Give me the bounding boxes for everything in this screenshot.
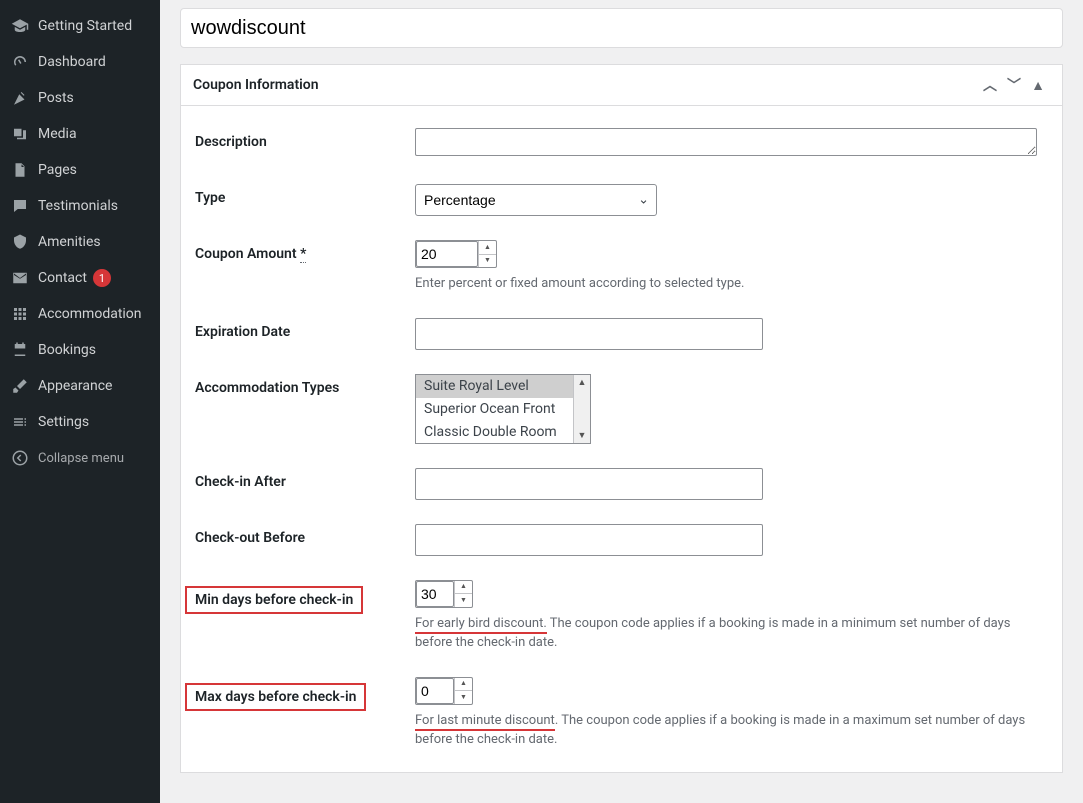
collapse-icon [10, 448, 30, 468]
max-days-help-lead: For last minute discount [415, 713, 555, 731]
accommodation-option[interactable]: Superior Ocean Front [416, 398, 573, 421]
max-days-highlight: Max days before check-in [185, 683, 366, 711]
accommodation-types-select[interactable]: Suite Royal Level Superior Ocean Front C… [415, 374, 591, 444]
spinner-down-icon[interactable]: ▼ [455, 594, 472, 607]
settings-icon [10, 412, 30, 432]
checkin-after-input[interactable] [415, 468, 763, 500]
coupon-amount-label: Coupon Amount * [195, 240, 415, 262]
type-select[interactable]: Percentage [415, 184, 657, 216]
sidebar-item-settings[interactable]: Settings [0, 404, 160, 440]
accommodation-types-label: Accommodation Types [195, 374, 415, 396]
sidebar-item-dashboard[interactable]: Dashboard [0, 44, 160, 80]
min-days-help-lead: For early bird discount. [415, 616, 547, 634]
sidebar-item-getting-started[interactable]: Getting Started [0, 8, 160, 44]
panel-header: Coupon Information ︿ ﹀ ▲ [181, 65, 1062, 106]
dashboard-icon [10, 52, 30, 72]
spinner-up-icon[interactable]: ▲ [455, 581, 472, 595]
menu-label: Settings [38, 414, 89, 430]
menu-label: Posts [38, 90, 74, 106]
mail-icon [10, 268, 30, 288]
max-days-label: Max days before check-in [195, 689, 356, 705]
panel-toggle-icon[interactable]: ▲ [1026, 77, 1050, 94]
coupon-info-panel: Coupon Information ︿ ﹀ ▲ Description Typ… [180, 64, 1063, 773]
pages-icon [10, 160, 30, 180]
panel-title: Coupon Information [193, 77, 319, 93]
collapse-menu-button[interactable]: Collapse menu [0, 440, 160, 476]
panel-down-icon[interactable]: ﹀ [1002, 75, 1026, 95]
sidebar-item-pages[interactable]: Pages [0, 152, 160, 188]
chat-icon [10, 196, 30, 216]
sidebar-item-posts[interactable]: Posts [0, 80, 160, 116]
menu-label: Accommodation [38, 306, 142, 322]
required-mark: * [300, 246, 306, 263]
min-days-label: Min days before check-in [195, 592, 353, 608]
min-days-spinner[interactable]: ▲▼ [454, 581, 472, 607]
main-content: Coupon Information ︿ ﹀ ▲ Description Typ… [160, 0, 1083, 803]
amenities-icon [10, 232, 30, 252]
menu-label: Amenities [38, 234, 101, 250]
graduation-cap-icon [10, 16, 30, 36]
brush-icon [10, 376, 30, 396]
accommodation-option[interactable]: Classic Double Room [416, 421, 573, 443]
grid-icon [10, 304, 30, 324]
spinner-down-icon[interactable]: ▼ [479, 255, 496, 268]
amount-spinner[interactable]: ▲▼ [478, 241, 496, 267]
min-days-help: For early bird discount. The coupon code… [415, 614, 1048, 653]
menu-label: Pages [38, 162, 77, 178]
pin-icon [10, 88, 30, 108]
max-days-label-wrap: Max days before check-in [195, 677, 415, 711]
menu-label: Appearance [38, 378, 112, 394]
coupon-amount-help: Enter percent or fixed amount according … [415, 274, 1048, 294]
collapse-label: Collapse menu [38, 451, 124, 466]
min-days-label-wrap: Min days before check-in [195, 580, 415, 614]
checkout-before-label: Check-out Before [195, 524, 415, 546]
panel-up-icon[interactable]: ︿ [978, 75, 1002, 95]
admin-sidebar: Getting Started Dashboard Posts Media Pa… [0, 0, 160, 803]
menu-label: Testimonials [38, 198, 118, 214]
checkout-before-input[interactable] [415, 524, 763, 556]
menu-label: Contact [38, 270, 87, 286]
sidebar-item-media[interactable]: Media [0, 116, 160, 152]
expiration-label: Expiration Date [195, 318, 415, 340]
sidebar-item-amenities[interactable]: Amenities [0, 224, 160, 260]
max-days-help: For last minute discount. The coupon cod… [415, 711, 1048, 750]
scrollbar[interactable]: ▲ ▼ [573, 375, 590, 443]
max-days-input[interactable] [416, 678, 454, 704]
calendar-icon [10, 340, 30, 360]
menu-label: Media [38, 126, 77, 142]
menu-label: Dashboard [38, 54, 106, 70]
accommodation-option[interactable]: Suite Royal Level [416, 375, 573, 398]
description-label: Description [195, 128, 415, 150]
expiration-input[interactable] [415, 318, 763, 350]
notification-badge: 1 [93, 269, 111, 287]
coupon-amount-input[interactable] [416, 241, 478, 267]
sidebar-item-testimonials[interactable]: Testimonials [0, 188, 160, 224]
spinner-down-icon[interactable]: ▼ [455, 691, 472, 704]
spinner-up-icon[interactable]: ▲ [455, 678, 472, 692]
sidebar-item-contact[interactable]: Contact 1 [0, 260, 160, 296]
coupon-title-input[interactable] [180, 8, 1063, 48]
spinner-up-icon[interactable]: ▲ [479, 241, 496, 255]
scroll-down-icon[interactable]: ▼ [578, 428, 587, 443]
scroll-up-icon[interactable]: ▲ [578, 375, 587, 390]
sidebar-item-bookings[interactable]: Bookings [0, 332, 160, 368]
sidebar-item-accommodation[interactable]: Accommodation [0, 296, 160, 332]
max-days-spinner[interactable]: ▲▼ [454, 678, 472, 704]
sidebar-item-appearance[interactable]: Appearance [0, 368, 160, 404]
menu-label: Bookings [38, 342, 96, 358]
panel-body: Description Type Percentage ⌄ [181, 106, 1062, 772]
menu-label: Getting Started [38, 18, 132, 34]
checkin-after-label: Check-in After [195, 468, 415, 490]
min-days-highlight: Min days before check-in [185, 586, 363, 614]
min-days-input[interactable] [416, 581, 454, 607]
type-label: Type [195, 184, 415, 206]
description-input[interactable] [415, 128, 1037, 156]
media-icon [10, 124, 30, 144]
